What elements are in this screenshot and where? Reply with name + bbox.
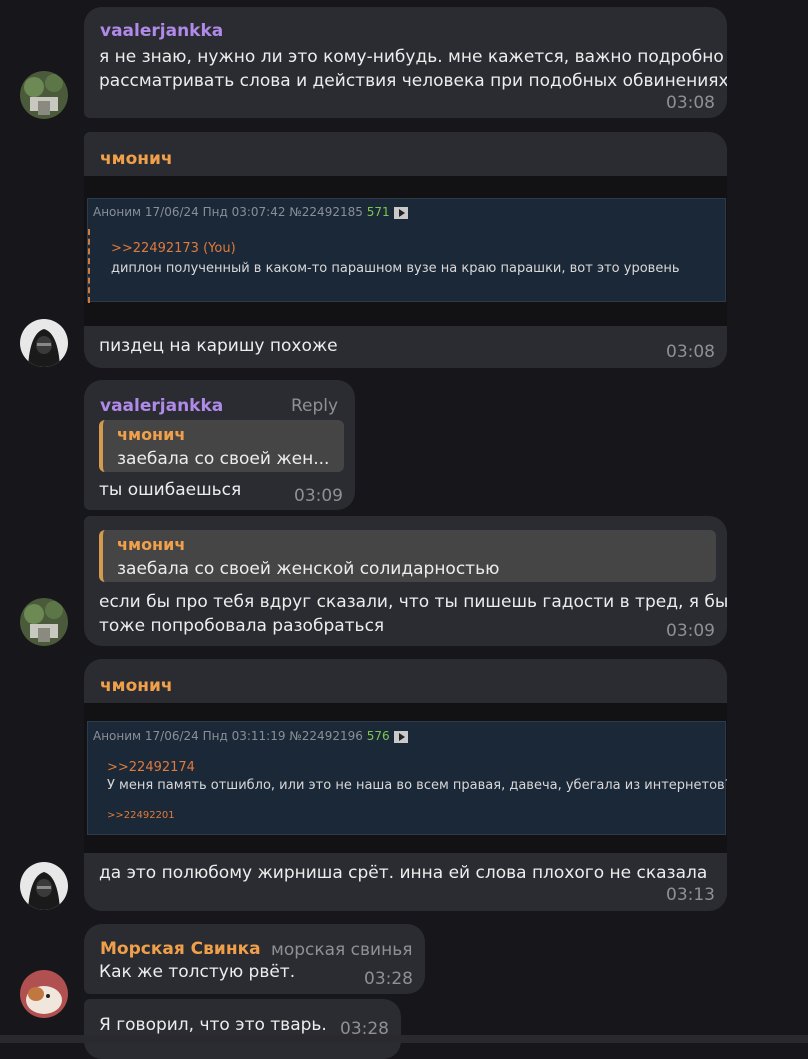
embedded-post[interactable]: Аноним 17/06/24 Пнд 03:11:19 №22492196 5… <box>87 721 727 835</box>
embedded-post[interactable]: Аноним 17/06/24 Пнд 03:07:42 №22492185 5… <box>87 198 726 303</box>
quoted-message[interactable]: чмонич заебала со своей женской солидарн… <box>99 530 716 582</box>
post-header-text: Аноним 17/06/24 Пнд 03:11:19 №22492196 <box>93 729 363 743</box>
post-header: Аноним 17/06/24 Пнд 03:07:42 №22492185 5… <box>93 205 408 219</box>
play-icon[interactable] <box>393 730 408 743</box>
message-text: пиздец на каришу похоже <box>99 336 338 356</box>
quoted-text: заебала со своей женской солидарностью <box>117 559 500 579</box>
avatar[interactable] <box>20 598 68 646</box>
play-icon[interactable] <box>393 206 408 219</box>
message-author[interactable]: чмонич <box>100 676 173 696</box>
embedded-post-image[interactable]: Аноним 17/06/24 Пнд 03:07:42 №22492185 5… <box>84 176 727 326</box>
reply-marker <box>88 229 90 303</box>
bottom-divider <box>0 1035 808 1043</box>
message-time: 03:09 <box>666 621 715 641</box>
message-text: рассматривать слова и действия человека … <box>99 71 727 91</box>
avatar[interactable] <box>20 319 68 367</box>
message-text: Я говорил, что это тварь. <box>99 1015 327 1035</box>
message-bubble[interactable]: Я говорил, что это тварь. 03:28 <box>84 999 401 1059</box>
message-bubble[interactable]: vaalerjankka Reply чмонич заебала со сво… <box>84 380 355 510</box>
post-header: Аноним 17/06/24 Пнд 03:11:19 №22492196 5… <box>93 729 408 743</box>
message-bubble[interactable]: чмонич Аноним 17/06/24 Пнд 03:07:42 №224… <box>84 132 727 368</box>
message-text: тоже попробовала разобраться <box>99 616 385 636</box>
message-time: 03:08 <box>666 342 715 362</box>
message-text: да это полюбому жирниша срёт. инна ей сл… <box>99 863 708 883</box>
avatar[interactable] <box>20 970 68 1018</box>
quoted-author: чмонич <box>117 425 186 444</box>
post-count: 571 <box>366 205 390 219</box>
post-reference-link[interactable]: >>22492173 (You) <box>111 241 236 256</box>
message-author[interactable]: vaalerjankka <box>100 21 223 41</box>
post-text: диплон полученный в каком-то парашном ву… <box>111 261 680 276</box>
message-time: 03:13 <box>666 885 715 905</box>
message-author[interactable]: Морская Свинка <box>100 939 261 959</box>
post-reference-link[interactable]: >>22492201 <box>107 810 175 821</box>
message-text: ты ошибаешься <box>99 480 242 500</box>
reply-label[interactable]: Reply <box>291 396 338 416</box>
avatar[interactable] <box>20 862 68 910</box>
avatar[interactable] <box>20 71 68 119</box>
message-author[interactable]: vaalerjankka <box>100 396 223 416</box>
quoted-message[interactable]: чмонич заебала со своей жен... <box>99 420 344 472</box>
post-reference-link[interactable]: >>22492174 <box>107 760 195 775</box>
post-text: У меня память отшибло, или это не наша в… <box>107 778 727 793</box>
message-bubble[interactable]: vaalerjankka я не знаю, нужно ли это ком… <box>84 7 727 118</box>
embedded-post-image[interactable]: Аноним 17/06/24 Пнд 03:11:19 №22492196 5… <box>84 703 727 853</box>
author-subtitle: морская свинья <box>271 940 413 960</box>
post-count: 576 <box>366 729 390 743</box>
post-header-text: Аноним 17/06/24 Пнд 03:07:42 №22492185 <box>93 205 363 219</box>
message-author[interactable]: чмонич <box>100 149 173 169</box>
quoted-text: заебала со своей жен... <box>117 449 330 469</box>
message-time: 03:08 <box>666 93 715 113</box>
message-bubble[interactable]: Морская Свинка морская свинья Как же тол… <box>84 924 425 994</box>
message-time: 03:28 <box>364 969 413 989</box>
message-text: я не знаю, нужно ли это кому-нибудь. мне… <box>99 47 724 67</box>
message-time: 03:09 <box>294 486 343 506</box>
message-text: если бы про тебя вдруг сказали, что ты п… <box>99 592 727 612</box>
message-bubble[interactable]: чмонич заебала со своей женской солидарн… <box>84 516 727 646</box>
message-bubble[interactable]: чмонич Аноним 17/06/24 Пнд 03:11:19 №224… <box>84 659 727 911</box>
message-text: Как же толстую рвёт. <box>99 962 296 982</box>
quoted-author: чмонич <box>117 535 186 554</box>
